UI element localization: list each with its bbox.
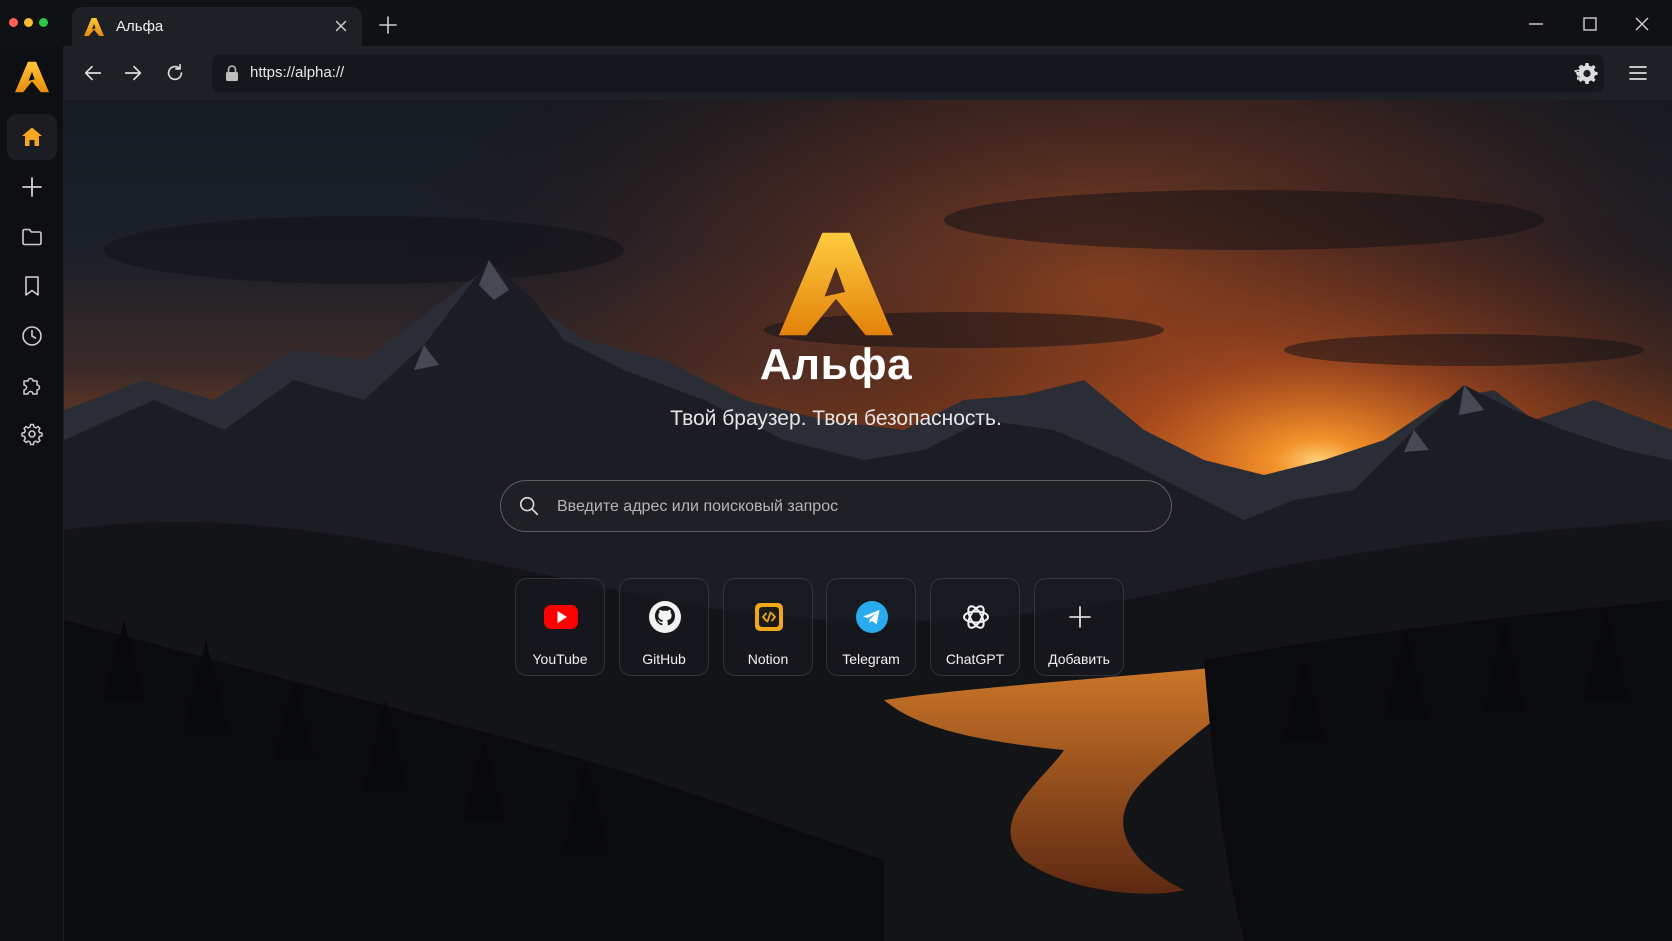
shortcut-label: Telegram xyxy=(842,651,900,667)
alpha-logo-icon xyxy=(779,232,893,336)
brand-title: Альфа xyxy=(759,340,913,389)
new-tab-page: Альфа Твой браузер. Твоя безопасность. Y… xyxy=(64,100,1672,941)
close-dot-icon[interactable] xyxy=(9,18,18,27)
title-bar: Альфа xyxy=(0,0,1672,46)
new-tab-button[interactable] xyxy=(378,15,398,35)
lock-icon xyxy=(226,65,238,81)
puzzle-icon xyxy=(23,377,41,395)
address-bar[interactable]: https://alpha:// xyxy=(212,54,1604,92)
shortcut-label: Добавить xyxy=(1048,651,1110,667)
tab-title: Альфа xyxy=(116,18,164,35)
alpha-logo-icon xyxy=(84,18,104,36)
alpha-logo-icon[interactable] xyxy=(15,61,49,93)
back-button[interactable] xyxy=(82,62,104,84)
shortcut-label: YouTube xyxy=(532,651,588,667)
clock-icon xyxy=(22,326,42,346)
settings-gear-icon[interactable] xyxy=(1575,61,1599,85)
zoom-dot-icon[interactable] xyxy=(39,18,48,27)
sidebar-item-new[interactable] xyxy=(7,164,57,210)
youtube-icon xyxy=(544,605,578,629)
reload-button[interactable] xyxy=(164,62,186,84)
shortcut-youtube[interactable]: YouTube xyxy=(515,578,605,676)
search-icon xyxy=(519,496,539,516)
shortcut-github[interactable]: GitHub xyxy=(619,578,709,676)
telegram-icon xyxy=(856,601,888,633)
forward-button[interactable] xyxy=(122,62,144,84)
menu-icon[interactable] xyxy=(1627,62,1649,84)
brand-tagline: Твой браузер. Твоя безопасность. xyxy=(670,407,1002,430)
folder-icon xyxy=(22,228,42,246)
shortcut-notion[interactable]: Notion xyxy=(723,578,813,676)
shortcut-add[interactable]: Добавить xyxy=(1034,578,1124,676)
toolbar: https://alpha:// xyxy=(64,46,1672,100)
sidebar-item-home[interactable] xyxy=(7,114,57,160)
sidebar xyxy=(0,46,64,941)
plus-icon xyxy=(22,177,42,197)
sidebar-item-history[interactable] xyxy=(7,313,57,359)
gear-icon xyxy=(21,423,43,446)
plus-icon xyxy=(1069,606,1091,628)
sidebar-item-settings[interactable] xyxy=(7,411,57,457)
shortcut-chatgpt[interactable]: ChatGPT xyxy=(930,578,1020,676)
notion-icon xyxy=(755,603,783,631)
search-input[interactable] xyxy=(555,492,1149,522)
minimize-window-button[interactable] xyxy=(1526,14,1546,34)
bookmark-icon xyxy=(25,276,39,296)
shortcut-label: Notion xyxy=(747,651,789,667)
speed-dial: YouTube GitHub Notion Telegram ChatGPT Д… xyxy=(515,578,1165,678)
sidebar-item-extensions[interactable] xyxy=(7,362,57,408)
shortcut-label: GitHub xyxy=(642,651,686,667)
github-icon xyxy=(649,601,681,633)
url-text[interactable]: https://alpha:// xyxy=(250,64,344,81)
maximize-window-button[interactable] xyxy=(1580,14,1600,34)
shortcut-telegram[interactable]: Telegram xyxy=(826,578,916,676)
home-icon xyxy=(22,127,42,146)
minimize-dot-icon[interactable] xyxy=(24,18,33,27)
browser-tab[interactable]: Альфа xyxy=(72,7,362,46)
search-box[interactable] xyxy=(500,480,1172,532)
close-window-button[interactable] xyxy=(1632,14,1652,34)
chatgpt-icon xyxy=(963,605,989,629)
sidebar-item-bookmarks[interactable] xyxy=(7,263,57,309)
shortcut-label: ChatGPT xyxy=(945,651,1005,667)
sidebar-item-files[interactable] xyxy=(7,214,57,260)
close-tab-icon[interactable] xyxy=(332,17,350,35)
